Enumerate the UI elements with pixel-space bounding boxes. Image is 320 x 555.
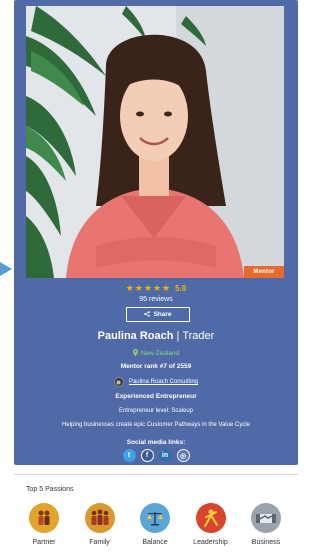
mentor-profile-page: Mentor ★★★★★ 5.0 95 reviews Share Paulin…: [0, 0, 300, 555]
share-button[interactable]: Share: [126, 307, 190, 322]
passion-item-partner[interactable]: Partner: [20, 503, 68, 555]
passion-label: Leadership: [193, 539, 228, 546]
rating-stars: ★★★★★: [125, 282, 172, 293]
reviews-count[interactable]: 95 reviews: [14, 296, 298, 303]
rating-value: 5.0: [175, 283, 187, 293]
mentor-badge: Mentor: [244, 266, 284, 278]
profile-card: Mentor ★★★★★ 5.0 95 reviews Share Paulin…: [14, 0, 298, 465]
passions-title: Top 5 Passions: [26, 486, 74, 493]
passion-item-family[interactable]: Family: [76, 503, 124, 555]
passion-label: Business: [251, 539, 281, 546]
leadership-icon: [195, 503, 226, 533]
entrepreneur-level: Entrepreneur level: Scaleup: [118, 408, 194, 414]
rating-row: ★★★★★ 5.0: [14, 281, 298, 295]
business-icon: [251, 503, 281, 533]
back-arrow-icon[interactable]: [0, 262, 12, 276]
balance-icon: [140, 503, 170, 533]
twitter-icon[interactable]: t: [122, 449, 136, 462]
company-row: Paulina Roach Consulting: [14, 376, 298, 388]
passion-label: Family: [89, 539, 110, 546]
passion-item-leadership[interactable]: Leadership: [187, 503, 235, 555]
location-label: New Zealand: [140, 349, 180, 357]
facebook-icon[interactable]: f: [140, 449, 154, 462]
passion-item-business[interactable]: Business: [242, 503, 290, 555]
location-pin-icon: [132, 348, 138, 358]
profile-photo: Mentor: [26, 6, 284, 278]
mentor-rank: Mentor rank #7 of 2559: [120, 363, 192, 370]
partner-icon: [29, 503, 59, 533]
share-label: Share: [153, 311, 172, 318]
passion-label: Balance: [142, 539, 168, 546]
passion-item-balance[interactable]: Balance: [131, 503, 179, 555]
profile-name-line: Paulina Roach | Trader: [14, 330, 298, 342]
location-row: New Zealand: [14, 348, 298, 358]
name-separator: |: [176, 330, 180, 342]
social-links-title: Social media links:: [126, 439, 186, 446]
company-logo-icon: [113, 377, 124, 387]
company-link[interactable]: Paulina Roach Consulting: [129, 379, 198, 385]
social-links-row: t f in ◎: [14, 449, 298, 463]
linkedin-icon[interactable]: in: [158, 449, 172, 462]
profile-tagline: Helping businesses create epic Customer …: [62, 422, 250, 428]
share-icon: [144, 310, 151, 319]
website-globe-icon[interactable]: ◎: [176, 449, 190, 462]
passion-label: Partner: [32, 539, 56, 546]
profile-headline: Experienced Entrepreneur: [115, 393, 197, 400]
profile-name: Paulina Roach: [97, 330, 174, 342]
passions-row: Partner Family Balance Leadership Busine…: [20, 503, 290, 555]
profile-role: Trader: [182, 330, 215, 342]
section-divider: [14, 474, 298, 475]
family-icon: [84, 503, 115, 533]
